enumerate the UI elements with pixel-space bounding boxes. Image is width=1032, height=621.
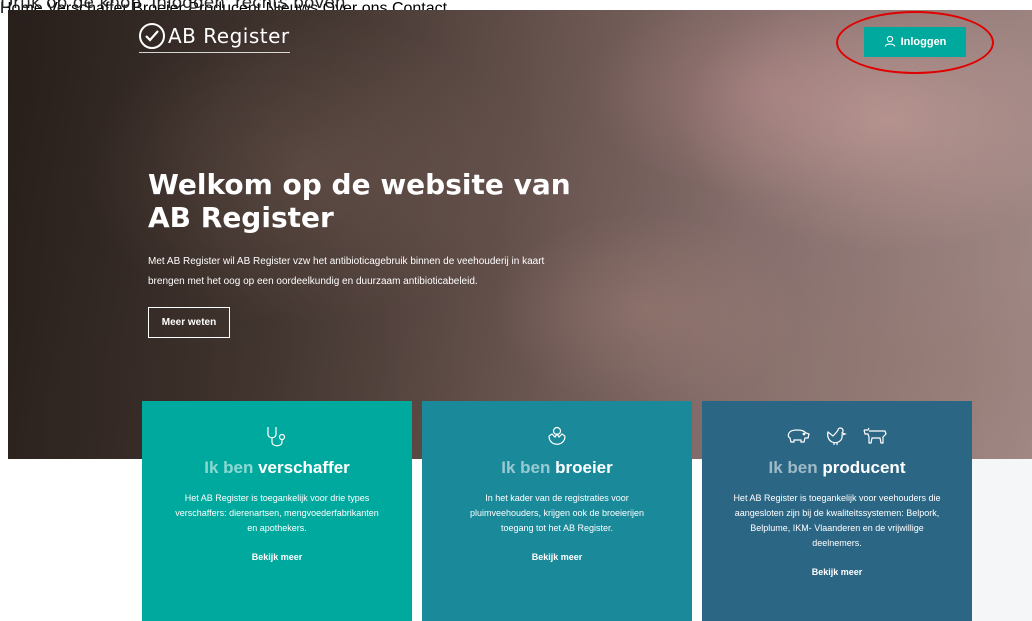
card-producent: Ik ben producent Het AB Register is toeg… [702,401,972,621]
pig-icon [785,425,811,449]
card-heading: Ik ben producent [768,458,906,477]
bekijk-meer-link[interactable]: Bekijk meer [142,552,412,562]
card-heading: Ik ben verschaffer [204,458,350,477]
hero-text-line: Met AB Register wil AB Register vzw het … [148,256,545,267]
card-description: Het AB Register is toegankelijk voor dri… [175,493,379,533]
hatching-egg-icon [546,425,568,449]
card-heading: Ik ben broeier [501,458,613,477]
cow-icon [861,425,889,449]
hero-text-line: brengen met het oog op een oordeelkundig… [148,276,478,287]
hero-overlay [8,10,1032,459]
check-circle-icon [139,22,165,49]
bekijk-meer-link[interactable]: Bekijk meer [702,567,972,577]
bekijk-meer-link[interactable]: Bekijk meer [422,552,692,562]
card-description: Het AB Register is toegankelijk voor vee… [733,493,941,548]
meer-weten-button[interactable]: Meer weten [148,307,230,338]
hero-banner [8,10,1032,459]
logo[interactable]: AB Register [139,19,290,53]
logo-text: AB Register [168,23,290,48]
hero-title: Welkom op de website van AB Register [148,168,571,234]
side-panel [972,459,1032,621]
card-description: In het kader van de registraties voor pl… [469,493,645,533]
card-verschaffer: Ik ben verschaffer Het AB Register is to… [142,401,412,621]
card-broeier: Ik ben broeier In het kader van de regis… [422,401,692,621]
hero-description: Met AB Register wil AB Register vzw het … [148,252,588,292]
hero-title-line: Welkom op de website van [148,168,571,201]
highlight-ellipse [836,11,994,74]
stethoscope-icon [264,425,290,449]
hero-title-line: AB Register [148,201,334,234]
chicken-icon [825,425,847,449]
